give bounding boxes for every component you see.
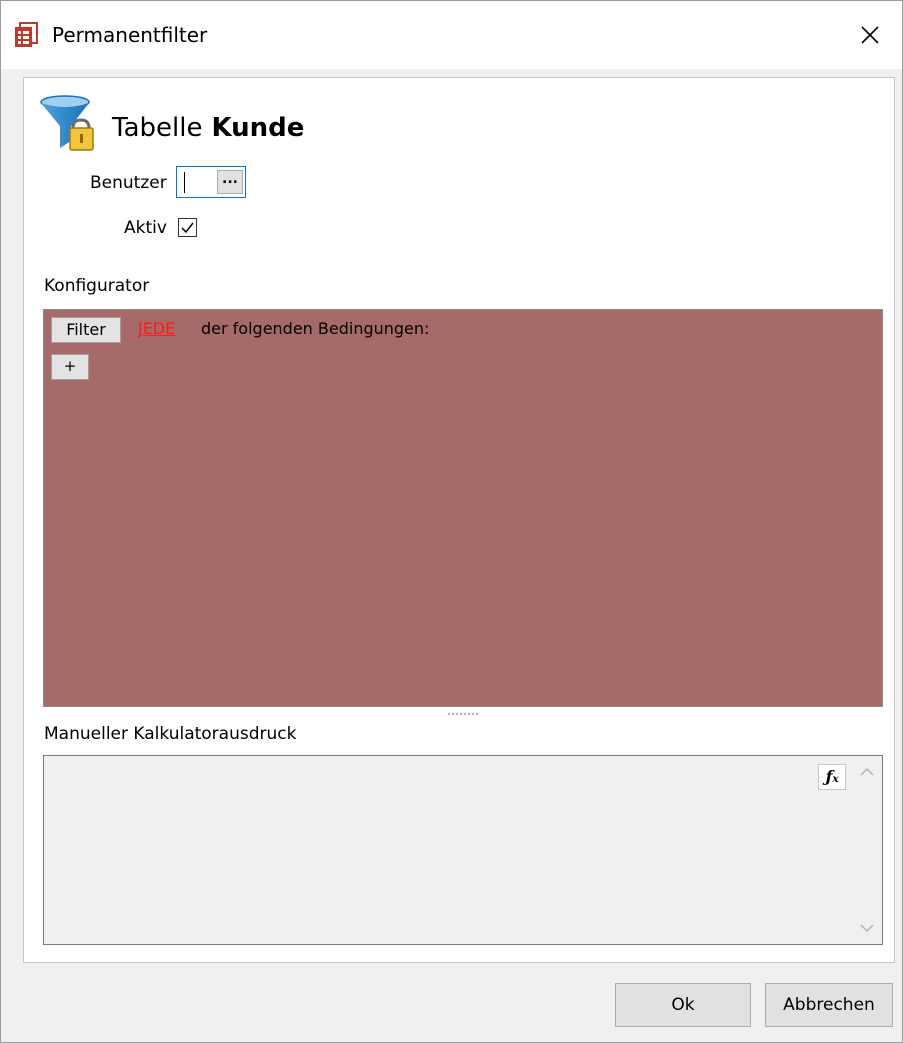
function-fx-icon: ƒx <box>825 767 839 786</box>
table-label: Tabelle <box>112 113 203 143</box>
cancel-button[interactable]: Abbrechen <box>765 983 893 1027</box>
chevron-up-icon <box>860 768 873 776</box>
active-checkbox[interactable] <box>178 218 197 237</box>
table-heading: Tabelle Kunde <box>112 112 304 144</box>
user-label: Benutzer <box>90 173 167 193</box>
active-label: Aktiv <box>124 218 167 238</box>
funnel-lock-icon <box>40 95 94 151</box>
filter-panel: Tabelle Kunde Benutzer ... Aktiv Konfigur… <box>23 77 895 963</box>
configurator-area[interactable]: Filter JEDE der folgenden Bedingungen: + <box>43 309 883 707</box>
filter-button[interactable]: Filter <box>51 317 121 343</box>
browse-button[interactable]: ... <box>217 170 243 194</box>
expression-input[interactable]: ƒx <box>43 755 883 945</box>
ok-button[interactable]: Ok <box>615 983 751 1027</box>
user-input[interactable]: ... <box>176 166 246 198</box>
configurator-heading: Konfigurator <box>44 276 150 296</box>
checkmark-icon <box>181 222 194 234</box>
scroll-down-button[interactable] <box>851 912 882 944</box>
expression-heading: Manueller Kalkulatorausdruck <box>44 724 297 744</box>
close-icon <box>861 26 879 44</box>
scroll-up-button[interactable] <box>851 756 882 788</box>
text-caret <box>184 172 185 193</box>
dialog-window: Permanentfilter Tabelle Kunde Benutzer .… <box>0 0 903 1043</box>
condition-text: der folgenden Bedingungen: <box>201 319 430 338</box>
quantifier-link[interactable]: JEDE <box>138 318 175 340</box>
splitter-handle[interactable] <box>448 713 478 718</box>
document-stack-icon <box>15 22 38 47</box>
close-button[interactable] <box>843 11 897 59</box>
table-name: Kunde <box>211 113 305 143</box>
function-fx-button[interactable]: ƒx <box>818 764 846 790</box>
add-condition-button[interactable]: + <box>51 354 89 380</box>
title-bar: Permanentfilter <box>1 1 902 69</box>
chevron-down-icon <box>860 924 873 932</box>
window-title: Permanentfilter <box>52 23 208 47</box>
vertical-scrollbar[interactable] <box>851 756 882 944</box>
